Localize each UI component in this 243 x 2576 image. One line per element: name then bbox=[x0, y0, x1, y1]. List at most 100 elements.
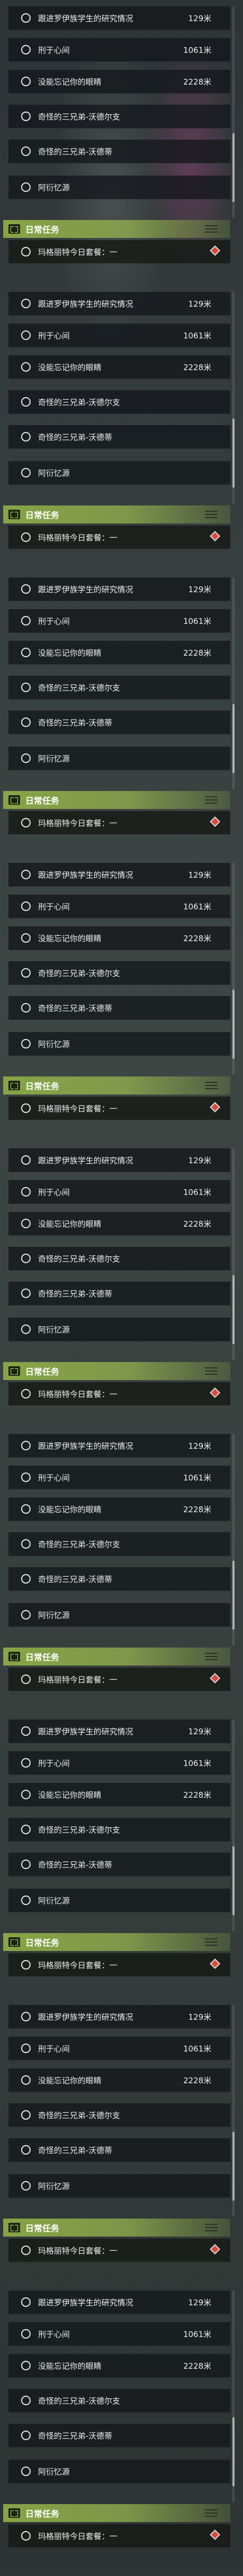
menu-icon[interactable] bbox=[205, 511, 218, 518]
quest-row[interactable]: 跟进罗伊族学生的研究情况 129米 bbox=[8, 1719, 230, 1743]
quest-row[interactable]: 刑于心间 1061米 bbox=[8, 324, 230, 347]
quest-row[interactable]: 跟进罗伊族学生的研究情况 129米 bbox=[8, 1148, 230, 1172]
quest-row[interactable]: 奇怪的三兄弟-沃德蒂 bbox=[8, 2138, 230, 2162]
menu-icon[interactable] bbox=[205, 796, 218, 804]
quest-row[interactable]: 没能忘记你的眼睛 2228米 bbox=[8, 70, 230, 94]
daily-tasks-header[interactable]: 日常任务 bbox=[3, 1362, 230, 1380]
quest-row[interactable]: 跟进罗伊族学生的研究情况 129米 bbox=[8, 6, 230, 30]
scrollbar[interactable] bbox=[232, 2290, 235, 2502]
menu-icon[interactable] bbox=[205, 1367, 218, 1375]
scrollbar[interactable] bbox=[232, 6, 235, 218]
scrollbar[interactable] bbox=[232, 2005, 235, 2216]
daily-tasks-header[interactable]: 日常任务 bbox=[3, 1648, 230, 1666]
scrollbar-thumb[interactable] bbox=[232, 2417, 235, 2486]
daily-tasks-header[interactable]: 日常任务 bbox=[3, 791, 230, 809]
daily-tasks-header[interactable]: 日常任务 bbox=[3, 2504, 230, 2522]
scrollbar-thumb[interactable] bbox=[232, 2132, 235, 2201]
quest-row[interactable]: 奇怪的三兄弟-沃德蒂 bbox=[8, 140, 230, 163]
scrollbar-thumb[interactable] bbox=[232, 1275, 235, 1344]
quest-row[interactable]: 阿衍忆源 bbox=[8, 2174, 230, 2198]
daily-tasks-header[interactable]: 日常任务 bbox=[3, 2219, 230, 2237]
quest-row[interactable]: 没能忘记你的眼睛 2228米 bbox=[8, 1212, 230, 1236]
menu-icon[interactable] bbox=[205, 2224, 218, 2231]
daily-task-row[interactable]: 玛格丽特今日套餐：一 bbox=[8, 1953, 230, 1976]
quest-row[interactable]: 奇怪的三兄弟-沃德蒂 bbox=[8, 711, 230, 734]
quest-row[interactable]: 奇怪的三兄弟-沃德尔支 bbox=[8, 1532, 230, 1556]
daily-task-row[interactable]: 玛格丽特今日套餐：一 bbox=[8, 2524, 230, 2547]
menu-icon[interactable] bbox=[205, 2509, 218, 2517]
quest-row[interactable]: 阿衍忆源 bbox=[8, 2460, 230, 2483]
quest-row[interactable]: 跟进罗伊族学生的研究情况 129米 bbox=[8, 863, 230, 887]
quest-row[interactable]: 没能忘记你的眼睛 2228米 bbox=[8, 641, 230, 665]
daily-task-row[interactable]: 玛格丽特今日套餐：一 bbox=[8, 1668, 230, 1691]
quest-row[interactable]: 阿衍忆源 bbox=[8, 461, 230, 485]
daily-tasks-header[interactable]: 日常任务 bbox=[3, 1933, 230, 1951]
scrollbar-thumb[interactable] bbox=[232, 990, 235, 1059]
quest-row[interactable]: 奇怪的三兄弟-沃德尔支 bbox=[8, 1247, 230, 1271]
quest-row[interactable]: 刑于心间 1061米 bbox=[8, 895, 230, 918]
quest-row[interactable]: 刑于心间 1061米 bbox=[8, 1180, 230, 1204]
quest-row[interactable]: 刑于心间 1061米 bbox=[8, 2037, 230, 2060]
quest-row[interactable]: 奇怪的三兄弟-沃德尔支 bbox=[8, 1818, 230, 1842]
daily-task-row[interactable]: 玛格丽特今日套餐：一 bbox=[8, 811, 230, 834]
scrollbar-thumb[interactable] bbox=[232, 704, 235, 773]
quest-row[interactable]: 跟进罗伊族学生的研究情况 129米 bbox=[8, 292, 230, 316]
quest-row[interactable]: 没能忘记你的眼睛 2228米 bbox=[8, 355, 230, 379]
scrollbar[interactable] bbox=[232, 1719, 235, 1931]
quest-row[interactable]: 没能忘记你的眼睛 2228米 bbox=[8, 2354, 230, 2378]
quest-row[interactable]: 阿衍忆源 bbox=[8, 176, 230, 199]
daily-task-row[interactable]: 玛格丽特今日套餐：一 bbox=[8, 2239, 230, 2262]
quest-row[interactable]: 跟进罗伊族学生的研究情况 129米 bbox=[8, 577, 230, 601]
quest-row[interactable]: 跟进罗伊族学生的研究情况 129米 bbox=[8, 2290, 230, 2314]
quest-row[interactable]: 阿衍忆源 bbox=[8, 1032, 230, 1056]
quest-row[interactable]: 奇怪的三兄弟-沃德蒂 bbox=[8, 1567, 230, 1591]
scrollbar[interactable] bbox=[232, 292, 235, 503]
quest-row[interactable]: 刑于心间 1061米 bbox=[8, 38, 230, 62]
quest-row[interactable]: 奇怪的三兄弟-沃德蒂 bbox=[8, 1282, 230, 1305]
scrollbar[interactable] bbox=[232, 1434, 235, 1645]
quest-row[interactable]: 跟进罗伊族学生的研究情况 129米 bbox=[8, 2005, 230, 2029]
menu-icon[interactable] bbox=[205, 1938, 218, 1946]
quest-row[interactable]: 刑于心间 1061米 bbox=[8, 609, 230, 633]
quest-row[interactable]: 奇怪的三兄弟-沃德尔支 bbox=[8, 961, 230, 985]
scrollbar-thumb[interactable] bbox=[232, 133, 235, 202]
daily-tasks-header[interactable]: 日常任务 bbox=[3, 505, 230, 523]
menu-icon[interactable] bbox=[205, 225, 218, 233]
quest-row[interactable]: 阿衍忆源 bbox=[8, 1603, 230, 1627]
quest-row[interactable]: 刑于心间 1061米 bbox=[8, 1466, 230, 1489]
quest-row[interactable]: 奇怪的三兄弟-沃德蒂 bbox=[8, 1853, 230, 1876]
scrollbar-thumb[interactable] bbox=[232, 1561, 235, 1630]
circle-icon bbox=[21, 933, 31, 943]
quest-row[interactable]: 没能忘记你的眼睛 2228米 bbox=[8, 1497, 230, 1521]
daily-task-row[interactable]: 玛格丽特今日套餐：一 bbox=[8, 1097, 230, 1120]
quest-row[interactable]: 阿衍忆源 bbox=[8, 1889, 230, 1912]
daily-task-row[interactable]: 玛格丽特今日套餐：一 bbox=[8, 1382, 230, 1405]
scrollbar[interactable] bbox=[232, 863, 235, 1074]
daily-tasks-header[interactable]: 日常任务 bbox=[3, 220, 230, 238]
quest-row[interactable]: 奇怪的三兄弟-沃德尔支 bbox=[8, 676, 230, 700]
daily-task-row[interactable]: 玛格丽特今日套餐：一 bbox=[8, 526, 230, 549]
scrollbar-thumb[interactable] bbox=[232, 419, 235, 487]
quest-row[interactable]: 奇怪的三兄弟-沃德尔支 bbox=[8, 2389, 230, 2413]
quest-row[interactable]: 奇怪的三兄弟-沃德蒂 bbox=[8, 425, 230, 449]
daily-tasks-header[interactable]: 日常任务 bbox=[3, 1077, 230, 1094]
quest-row[interactable]: 奇怪的三兄弟-沃德尔支 bbox=[8, 390, 230, 414]
scrollbar-thumb[interactable] bbox=[232, 1846, 235, 1915]
menu-icon[interactable] bbox=[205, 1082, 218, 1089]
quest-row[interactable]: 奇怪的三兄弟-沃德蒂 bbox=[8, 996, 230, 1020]
quest-row[interactable]: 没能忘记你的眼睛 2228米 bbox=[8, 1783, 230, 1807]
quest-row[interactable]: 奇怪的三兄弟-沃德蒂 bbox=[8, 2424, 230, 2448]
quest-row[interactable]: 奇怪的三兄弟-沃德尔支 bbox=[8, 2103, 230, 2127]
quest-row[interactable]: 没能忘记你的眼睛 2228米 bbox=[8, 2068, 230, 2092]
quest-row[interactable]: 阿衍忆源 bbox=[8, 1318, 230, 1341]
daily-task-row[interactable]: 玛格丽特今日套餐：一 bbox=[8, 240, 230, 263]
quest-row[interactable]: 没能忘记你的眼睛 2228米 bbox=[8, 926, 230, 950]
quest-row[interactable]: 刑于心间 1061米 bbox=[8, 2322, 230, 2346]
quest-row[interactable]: 跟进罗伊族学生的研究情况 129米 bbox=[8, 1434, 230, 1458]
menu-icon[interactable] bbox=[205, 1653, 218, 1660]
scrollbar[interactable] bbox=[232, 1148, 235, 1360]
scrollbar[interactable] bbox=[232, 577, 235, 789]
quest-row[interactable]: 刑于心间 1061米 bbox=[8, 1751, 230, 1775]
quest-row[interactable]: 奇怪的三兄弟-沃德尔支 bbox=[8, 105, 230, 128]
quest-row[interactable]: 阿衍忆源 bbox=[8, 747, 230, 770]
